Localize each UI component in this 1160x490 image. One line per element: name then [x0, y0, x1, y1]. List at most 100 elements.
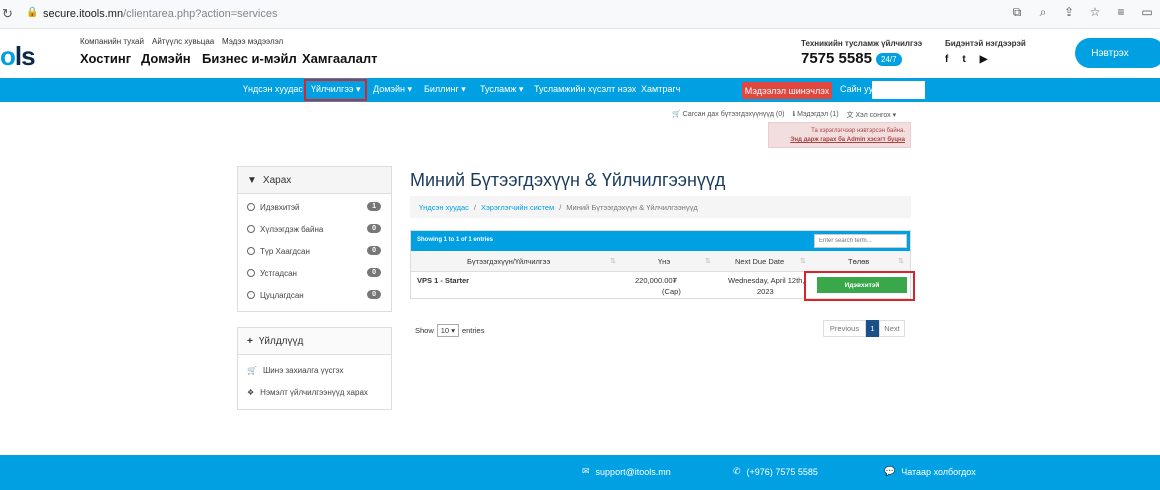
itools-logo[interactable]: ols	[0, 41, 36, 72]
youtube-icon[interactable]: ▶	[980, 54, 988, 65]
info-icon: ℹ	[792, 111, 796, 118]
main-nav: Үндсэн хуудас Үйлчилгээ ▾ Домэйн ▾ Билли…	[0, 78, 1160, 102]
filter-item-suspended[interactable]: Түр Хаагдсан 0	[238, 240, 391, 262]
top-link-about[interactable]: Компанийн тухай	[80, 37, 144, 46]
pagination: Previous 1 Next	[823, 320, 905, 337]
filter-panel-header: ▼ Харах	[238, 167, 391, 194]
page-length-control: Show 10 ▾ entries	[415, 324, 484, 337]
column-price[interactable]: Үнэ	[658, 257, 670, 266]
nav-home[interactable]: Үндсэн хуудас	[243, 84, 303, 94]
nav-domain[interactable]: Домэйн ▾	[373, 84, 412, 95]
facebook-icon[interactable]: f	[945, 54, 948, 65]
cart-icon: 🛒	[247, 365, 257, 375]
nav-open-ticket[interactable]: Тусламжийн хүсэлт нээх	[534, 84, 636, 94]
footer-email[interactable]: ✉ support@itools.mn	[582, 466, 671, 477]
main-link-security[interactable]: Хамгаалалт	[302, 51, 378, 66]
language-icon: 文	[846, 112, 854, 119]
filter-item-active[interactable]: Идэвхитэй 1	[238, 196, 391, 218]
filter-panel: ▼ Харах Идэвхитэй 1 Хүлээгдэж байна 0 Түр …	[237, 166, 392, 312]
browser-toolbar: ↻ 🔒 secure.itools.mn/clientarea.php?acti…	[0, 0, 1160, 29]
radio-icon	[247, 203, 255, 211]
support-phone[interactable]: 7575 5585	[801, 50, 872, 67]
row-due-year: 2023	[757, 287, 774, 296]
row-price: 220,000.00₮	[635, 276, 678, 285]
row-cycle: (Сар)	[662, 287, 681, 296]
pagination-page[interactable]: 1	[866, 320, 879, 337]
sort-icon[interactable]: ⇅	[898, 257, 904, 265]
chevron-down-icon: ▾	[892, 112, 897, 119]
nav-billing[interactable]: Биллинг ▾	[424, 84, 466, 95]
footer-chat[interactable]: 💬 Чатаар холбогдох	[884, 466, 976, 477]
breadcrumb-client-area[interactable]: Хэрэглэгчийн систем	[481, 203, 554, 212]
alert-return-link[interactable]: Энд дарж гарах ба Admin хэсэгт буцна	[774, 136, 905, 145]
action-view-addons[interactable]: ❖ Нэмэлт үйлчилгээнүүд харах	[238, 381, 391, 403]
sort-icon[interactable]: ⇅	[800, 257, 806, 265]
social-label: Бидэнтэй нэгдээрэй	[945, 39, 1026, 48]
filter-item-cancelled[interactable]: Цуцлагдсан 0	[238, 284, 391, 306]
column-next-due-date[interactable]: Next Due Date	[735, 257, 784, 266]
user-name-redacted	[872, 81, 925, 99]
column-status[interactable]: Төлөв	[848, 257, 869, 266]
nav-greeting[interactable]: Сайн уу,	[840, 84, 875, 94]
show-label: Show	[415, 326, 434, 335]
pagination-next[interactable]: Next	[879, 320, 905, 337]
table-toolbar: Showing 1 to 1 of 1 entries	[411, 231, 910, 251]
entries-label: entries	[461, 326, 485, 335]
top-link-shares[interactable]: Айтүүлс хувьцаа	[152, 37, 214, 46]
bookmark-star-icon[interactable]: ☆	[1088, 5, 1102, 20]
breadcrumb-home[interactable]: Үндсэн хуудас	[419, 203, 469, 212]
footer-phone[interactable]: ✆ (+976) 7575 5585	[733, 466, 818, 477]
filter-count: 0	[367, 246, 381, 255]
breadcrumb: Үндсэн хуудас / Хэрэглэгчийн систем / Ми…	[410, 196, 911, 218]
email-icon: ✉	[582, 466, 590, 476]
reading-list-icon[interactable]: ≡	[1114, 5, 1128, 20]
table-search-input[interactable]	[814, 234, 907, 248]
login-button[interactable]: Нэвтрэх	[1075, 38, 1160, 68]
filter-item-terminated[interactable]: Устгадсан 0	[238, 262, 391, 284]
sidebar-icon[interactable]: ▭	[1140, 5, 1154, 20]
reload-icon[interactable]: ↻	[2, 6, 16, 21]
site-header: ols Компанийн тухай Айтүүлс хувьцаа Мэдэ…	[0, 29, 1160, 77]
column-product[interactable]: Бүтээгдэхүүн/Үйлчилгээ	[467, 257, 550, 266]
support-247-badge: 24/7	[876, 53, 902, 66]
utility-links: 🛒 Сагсан дах бүтээгдэхүүнүүд (0) ℹ Мэдэг…	[672, 110, 896, 120]
share-icon[interactable]: ⇪	[1062, 5, 1076, 20]
chevron-down-icon: ▾	[518, 84, 524, 94]
main-link-business-email[interactable]: Бизнес и-мэйл	[202, 51, 297, 66]
main-link-hosting[interactable]: Хостинг	[80, 51, 131, 66]
nav-support[interactable]: Тусламж ▾	[480, 84, 523, 95]
main-link-domain[interactable]: Домэйн	[141, 51, 191, 66]
chevron-down-icon: ▾	[407, 84, 413, 94]
update-info-button[interactable]: Мэдээлэл шинэчлэх	[742, 82, 832, 99]
radio-icon	[247, 269, 255, 277]
address-bar[interactable]: secure.itools.mn/clientarea.php?action=s…	[43, 8, 278, 20]
lock-icon[interactable]: 🔒	[26, 7, 38, 18]
cart-link[interactable]: 🛒 Сагсан дах бүтээгдэхүүнүүд (0)	[672, 110, 784, 120]
twitter-icon[interactable]: t	[962, 54, 965, 65]
filter-icon: ▼	[247, 174, 257, 186]
cart-icon: 🛒	[672, 111, 681, 118]
status-highlight	[804, 271, 915, 301]
social-links: f t ▶	[945, 54, 987, 65]
top-link-news[interactable]: Мэдээ мэдээлэл	[222, 37, 283, 46]
action-new-order[interactable]: 🛒 Шинэ захиалга үүсгэх	[238, 359, 391, 381]
pagination-previous[interactable]: Previous	[823, 320, 866, 337]
sort-icon[interactable]: ⇅	[705, 257, 711, 265]
translate-icon[interactable]: ⧉	[1010, 5, 1024, 20]
admin-login-alert: Та хэрэглэгчээр нэвтэрсэн байна. Энд дар…	[768, 122, 911, 148]
zoom-icon[interactable]: ⌕	[1036, 5, 1050, 20]
phone-icon: ✆	[733, 466, 741, 476]
nav-services-highlight	[304, 79, 367, 101]
filter-count: 1	[367, 202, 381, 211]
language-select[interactable]: 文 Хэл сонгох ▾	[847, 110, 897, 120]
page-title: Миний Бүтээгдэхүүн & Үйлчилгээнүүд	[410, 170, 726, 190]
filter-item-pending[interactable]: Хүлээгдэж байна 0	[238, 218, 391, 240]
plus-icon: +	[247, 335, 253, 347]
url-path: /clientarea.php?action=services	[123, 8, 278, 20]
notices-link[interactable]: ℹ Мэдэгдэл (1)	[792, 110, 838, 120]
nav-affiliate[interactable]: Хамтрагч	[641, 84, 680, 94]
row-product[interactable]: VPS 1 - Starter	[417, 276, 469, 285]
breadcrumb-current: Миний Бүтээгдэхүүн & Үйлчилгээнүүд	[566, 202, 698, 212]
page-length-select[interactable]: 10 ▾	[436, 324, 459, 337]
sort-icon[interactable]: ⇅	[610, 257, 616, 265]
